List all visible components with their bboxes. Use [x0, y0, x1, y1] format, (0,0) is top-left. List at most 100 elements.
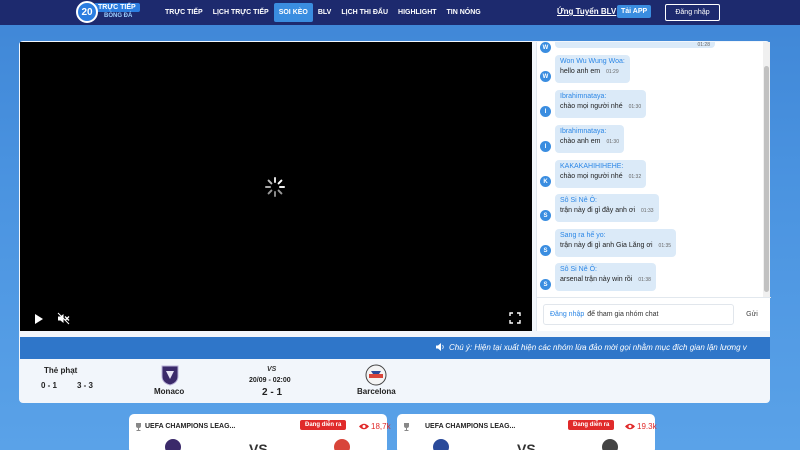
view-count: 18,7k	[359, 422, 391, 431]
match-card[interactable]: UEFA CHAMPIONS LEAG... Đang diễn ra 18,7…	[129, 414, 391, 450]
home-team-name: Monaco	[154, 387, 185, 396]
chat-time: 01:30	[606, 139, 619, 145]
chat-time: 01:30	[628, 104, 642, 110]
video-player[interactable]	[20, 42, 532, 331]
chat-bubble: KAKAKAHIHIHEHE: chào mọi người nhé 01:32	[555, 160, 647, 188]
chat-bubble: Sô Si Nê Ô: arsenal trận này win rồi 01:3…	[555, 263, 656, 291]
loading-spinner-icon	[265, 177, 285, 197]
trophy-icon	[136, 423, 141, 431]
away-team-logo	[602, 439, 618, 450]
chat-bubble: Sang ra hế yo: trận này đi gì anh Gia Lă…	[555, 229, 677, 257]
trophy-icon	[404, 423, 409, 431]
monaco-logo-icon	[161, 365, 179, 386]
notice-marquee: Chú ý: Hiện tại xuất hiện các nhóm lừa đ…	[20, 337, 770, 359]
user-avatar: S	[540, 245, 551, 256]
chat-input[interactable]: Đăng nhập để tham gia nhóm chat	[543, 304, 734, 325]
chat-panel: W 01:28 W Won Wu Wung Woa: hello anh em 0…	[536, 42, 771, 331]
chat-bubble: 01:28	[555, 42, 715, 48]
chat-input-placeholder: để tham gia nhóm chat	[587, 311, 659, 318]
apply-commentator-link[interactable]: Ứng Tuyển BLV	[557, 7, 616, 16]
chat-username: Sang ra hế yo:	[560, 232, 606, 239]
nav-blv[interactable]: BLV	[313, 3, 336, 22]
barcelona-logo-icon	[365, 364, 387, 386]
chat-username: Sô Si Nê Ô:	[560, 197, 597, 204]
chat-divider	[537, 297, 771, 298]
chat-bubble: Ibrahimnataya: chào anh em 01:30	[555, 125, 624, 153]
home-team-logo	[165, 439, 181, 450]
penalty-score-away: 3 - 3	[77, 381, 94, 390]
nav-truc-tiep[interactable]: TRỰC TIẾP	[160, 3, 208, 22]
chat-time: 01:29	[606, 69, 619, 75]
chat-text: trận này đi gỉ đây anh ơi	[560, 207, 636, 214]
chat-time: 01:32	[628, 174, 642, 180]
user-avatar: W	[540, 71, 551, 82]
chat-username: Ibrahimnataya:	[560, 128, 607, 135]
live-badge: Đang diễn ra	[300, 420, 347, 430]
penalty-label: Thẻ phạt	[44, 366, 78, 375]
chat-text: chào mọi người nhé	[560, 103, 623, 110]
live-badge: Đang diễn ra	[568, 420, 615, 430]
fullscreen-icon[interactable]	[509, 312, 521, 324]
nav-lich-thi-dau[interactable]: LỊCH THI ĐẤU	[336, 3, 393, 22]
send-button[interactable]: Gửi	[739, 304, 765, 325]
main-nav: TRỰC TIẾP LỊCH TRỰC TIẾP SOI KÈO BLV LỊC…	[160, 3, 486, 22]
chat-username: Won Wu Wung Woa:	[560, 58, 625, 65]
chat-bubble: Sô Si Nê Ô: trận này đi gỉ đây anh ơi 01:…	[555, 194, 659, 222]
nav-lich-truc-tiep[interactable]: LỊCH TRỰC TIẾP	[208, 3, 274, 22]
league-name: UEFA CHAMPIONS LEAG...	[145, 423, 236, 430]
match-vs: VS	[267, 366, 277, 373]
chat-bubble: Won Wu Wung Woa: hello anh em 01:29	[555, 55, 630, 83]
speaker-icon	[436, 343, 444, 351]
league-name: UEFA CHAMPIONS LEAG...	[425, 423, 516, 430]
eye-icon	[359, 423, 369, 430]
penalty-score-home: 0 - 1	[41, 381, 58, 390]
chat-messages[interactable]: W 01:28 W Won Wu Wung Woa: hello anh em 0…	[537, 42, 763, 297]
match-score: 2 - 1	[262, 387, 283, 398]
chat-bubble: Ibrahimnataya: chào mọi người nhé 01:30	[555, 90, 647, 118]
chat-text: trận này đi gì anh Gia Lăng ơi	[560, 242, 653, 249]
download-app-button[interactable]: Tải APP	[617, 5, 652, 18]
chat-text: chào anh em	[560, 138, 601, 145]
chat-login-link[interactable]: Đăng nhập	[550, 311, 584, 318]
chat-text: arsenal trận này win rồi	[560, 276, 633, 283]
chat-username: Ibrahimnataya:	[560, 93, 607, 100]
match-datetime: 20/09 - 02:00	[249, 377, 291, 384]
chat-time: 01:38	[638, 277, 651, 283]
chat-scrollbar-thumb[interactable]	[764, 66, 769, 292]
away-team-name: Barcelona	[357, 387, 396, 396]
card-vs: VS	[249, 441, 268, 450]
play-icon[interactable]	[34, 313, 44, 325]
match-card[interactable]: UEFA CHAMPIONS LEAG... Đang diễn ra 19.3…	[397, 414, 657, 450]
chat-scrollbar[interactable]	[763, 42, 770, 297]
logo-top-text: TRỰC TIẾP	[94, 3, 140, 12]
chat-time: 01:35	[658, 243, 672, 249]
away-team-logo	[334, 439, 350, 450]
nav-soi-keo[interactable]: SOI KÈO	[273, 3, 313, 22]
eye-icon	[625, 423, 635, 430]
notice-text: Chú ý: Hiện tại xuất hiện các nhóm lừa đ…	[449, 343, 747, 352]
site-logo[interactable]: TRỰC TIẾP BÓNG ĐÁ 20	[76, 1, 150, 23]
view-count: 19.3k	[625, 422, 657, 431]
user-avatar: S	[540, 210, 551, 221]
view-count-text: 19.3k	[637, 422, 657, 431]
home-team-logo	[433, 439, 449, 450]
view-count-text: 18,7k	[371, 422, 391, 431]
logo-bottom-text: BÓNG ĐÁ	[104, 13, 133, 19]
nav-tin-nong[interactable]: TIN NÓNG	[442, 3, 486, 22]
chat-time: 01:33	[641, 208, 654, 214]
mute-icon[interactable]	[57, 312, 70, 325]
user-avatar: K	[540, 176, 551, 187]
top-navbar: TRỰC TIẾP BÓNG ĐÁ 20 TRỰC TIẾP LỊCH TRỰC…	[0, 0, 800, 25]
logo-badge: 20	[76, 1, 98, 23]
chat-username: Sô Si Nê Ô:	[560, 266, 597, 273]
user-avatar: W	[540, 42, 551, 53]
chat-username: KAKAKAHIHIHEHE:	[560, 163, 624, 170]
chat-text: chào mọi người nhé	[560, 173, 623, 180]
user-avatar: I	[540, 106, 551, 117]
card-vs: VS	[517, 441, 536, 450]
chat-time: 01:28	[697, 42, 710, 48]
nav-highlight[interactable]: HIGHLIGHT	[393, 3, 442, 22]
login-button[interactable]: Đăng nhập	[665, 4, 720, 21]
user-avatar: S	[540, 279, 551, 290]
user-avatar: I	[540, 141, 551, 152]
